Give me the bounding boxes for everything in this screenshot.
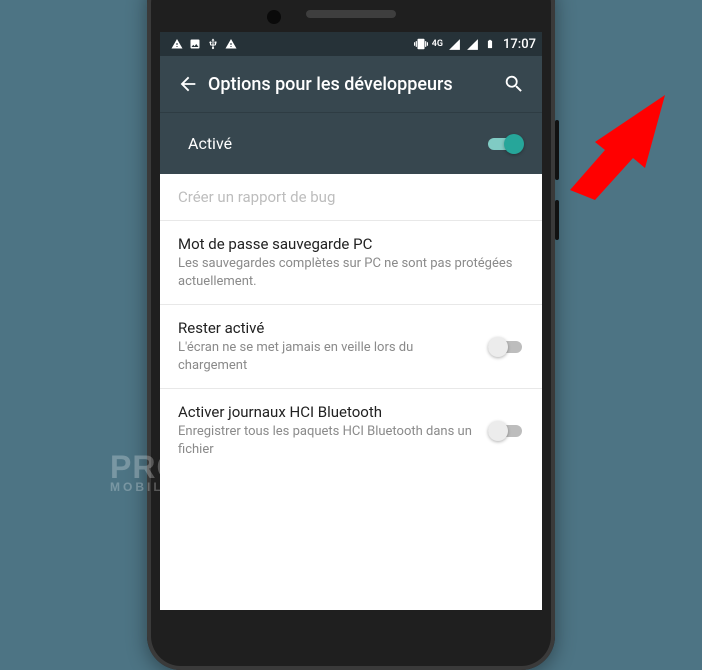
- usb-icon: [206, 37, 220, 51]
- item-title: Rester activé: [178, 319, 480, 337]
- search-icon: [503, 73, 525, 95]
- annotation-arrow-icon: [555, 90, 695, 210]
- item-toggle-switch[interactable]: [488, 421, 524, 441]
- list-item[interactable]: Mot de passe sauvegarde PC Les sauvegard…: [160, 221, 542, 304]
- master-toggle-switch[interactable]: [488, 134, 524, 154]
- phone-sensor: [267, 10, 281, 24]
- list-item[interactable]: Rester activé L'écran ne se met jamais e…: [160, 305, 542, 388]
- signal-icon: [465, 37, 479, 51]
- search-button[interactable]: [494, 64, 534, 104]
- item-title: Activer journaux HCI Bluetooth: [178, 403, 480, 421]
- settings-list: Créer un rapport de bug Mot de passe sau…: [160, 174, 542, 472]
- volume-button: [555, 120, 559, 180]
- item-subtitle: Les sauvegardes complètes sur PC ne sont…: [178, 255, 516, 290]
- watermark: PRODIGE MOBILE: [110, 449, 265, 494]
- list-item[interactable]: Créer un rapport de bug: [160, 174, 542, 220]
- page-title: Options pour les développeurs: [208, 74, 494, 95]
- power-button: [555, 200, 559, 240]
- item-toggle-switch[interactable]: [488, 337, 524, 357]
- item-title: Créer un rapport de bug: [178, 188, 516, 206]
- signal-icon: [447, 37, 461, 51]
- back-button[interactable]: [168, 64, 208, 104]
- master-toggle-label: Activé: [178, 134, 488, 153]
- phone-earpiece: [306, 10, 396, 18]
- network-4g-label: 4G: [432, 39, 443, 49]
- arrow-back-icon: [177, 73, 199, 95]
- item-subtitle: L'écran ne se met jamais en veille lors …: [178, 339, 480, 374]
- image-icon: [188, 37, 202, 51]
- warning-icon: [170, 37, 184, 51]
- phone-frame: 4G 17:07 Options pour les développeurs A…: [147, 0, 555, 670]
- app-bar: Options pour les développeurs: [160, 56, 542, 112]
- phone-screen: 4G 17:07 Options pour les développeurs A…: [160, 32, 542, 610]
- battery-icon: [483, 37, 497, 51]
- status-clock: 17:07: [501, 37, 536, 52]
- status-bar: 4G 17:07: [160, 32, 542, 56]
- vibrate-icon: [414, 37, 428, 51]
- master-toggle-row[interactable]: Activé: [160, 112, 542, 174]
- item-title: Mot de passe sauvegarde PC: [178, 235, 516, 253]
- warning-icon: [224, 37, 238, 51]
